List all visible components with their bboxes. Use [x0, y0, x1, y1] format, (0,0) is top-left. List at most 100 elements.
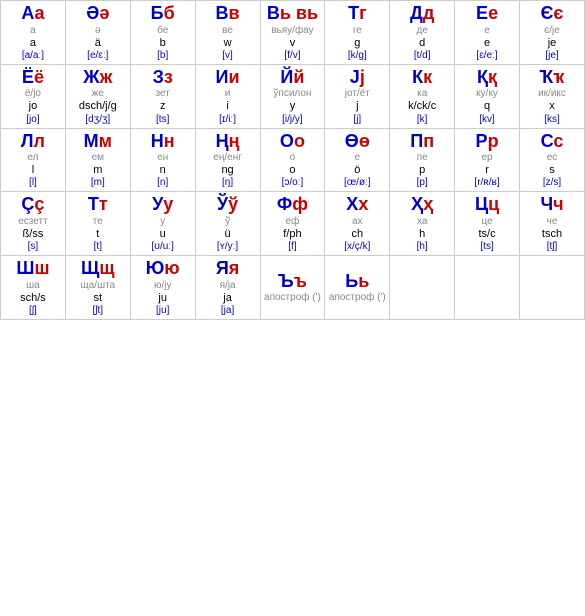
alphabet-cell: Оооo[ɔ/oː]	[260, 128, 325, 192]
letter-name: апостроф (')	[326, 292, 388, 304]
letter-latin: ö	[326, 164, 388, 177]
letter-ipa: [r/ʀ/ʁ]	[456, 177, 518, 189]
alphabet-cell: Дддеd[t/d]	[390, 1, 455, 65]
letter-latin: l	[2, 164, 64, 177]
letter-main: Ўў	[197, 194, 259, 216]
letter-main: Хх	[326, 194, 388, 216]
alphabet-cell: Ҡҡик/иксx[ks]	[520, 64, 585, 128]
letter-ipa: [b]	[132, 50, 194, 62]
letter-main: Çç	[2, 194, 64, 216]
letter-ipa: [j]	[326, 114, 388, 126]
alphabet-cell: Ррерr[r/ʀ/ʁ]	[455, 128, 520, 192]
letter-ipa: [ju]	[132, 305, 194, 317]
letter-name: jот/ёт	[326, 88, 388, 100]
letter-latin: je	[521, 37, 583, 50]
letter-main: Пп	[391, 131, 453, 153]
letter-name: це	[456, 216, 518, 228]
alphabet-cell: Ççесзеттß/ss[s]	[1, 192, 66, 256]
letter-name: ə	[67, 25, 129, 37]
letter-main: Сс	[521, 131, 583, 153]
letter-ipa: [x/ç/k]	[326, 241, 388, 253]
letter-latin: tsch	[521, 228, 583, 241]
letter-latin: ts/c	[456, 228, 518, 241]
letter-main: Тг	[326, 3, 388, 25]
alphabet-cell: Вввеw[v]	[195, 1, 260, 65]
letter-ipa: [f]	[262, 241, 324, 253]
letter-latin: ä	[67, 37, 129, 50]
alphabet-cell: Вь вьвьяу/фауv[f/v]	[260, 1, 325, 65]
alphabet-cell: Еееe[ɛ/eː]	[455, 1, 520, 65]
letter-name: ең/енг	[197, 152, 259, 164]
alphabet-cell: Ххахch[x/ç/k]	[325, 192, 390, 256]
alphabet-cell: Ңңең/енгng[ŋ]	[195, 128, 260, 192]
letter-latin: ü	[197, 228, 259, 241]
alphabet-cell: Ммемm[m]	[65, 128, 130, 192]
alphabet-cell: Зззетz[ts]	[130, 64, 195, 128]
letter-main: Ңң	[197, 131, 259, 153]
letter-name: те	[67, 216, 129, 228]
alphabet-cell: Ййўпсилонy[i/j/y]	[260, 64, 325, 128]
letter-main: Юю	[132, 258, 194, 280]
alphabet-cell: Иииi[ɪ/iː]	[195, 64, 260, 128]
letter-main: Ее	[456, 3, 518, 25]
letter-latin: n	[132, 164, 194, 177]
letter-name: че	[521, 216, 583, 228]
letter-main: Яя	[197, 258, 259, 280]
letter-ipa: [ɪ/iː]	[197, 114, 259, 126]
letter-name: о	[262, 152, 324, 164]
letter-main: Ёё	[2, 67, 64, 89]
letter-main: Jj	[326, 67, 388, 89]
letter-main: Ии	[197, 67, 259, 89]
letter-name: бе	[132, 25, 194, 37]
letter-name: ё/jo	[2, 88, 64, 100]
letter-ipa: [ks]	[521, 114, 583, 126]
alphabet-cell: Чччеtsch[tʃ]	[520, 192, 585, 256]
alphabet-cell: Ўўўü[ʏ/yː]	[195, 192, 260, 256]
letter-main: Бб	[132, 3, 194, 25]
alphabet-cell: Ььапостроф (')	[325, 256, 390, 320]
letter-name: а	[2, 25, 64, 37]
letter-ipa: [t/d]	[391, 50, 453, 62]
letter-ipa: [ɔ/oː]	[262, 177, 324, 189]
letter-name: ел	[2, 152, 64, 164]
letter-name: ик/икс	[521, 88, 583, 100]
letter-latin: a	[2, 37, 64, 50]
letter-name: ка	[391, 88, 453, 100]
letter-main: Өө	[326, 131, 388, 153]
alphabet-cell: Щщща/штаst[ʃt]	[65, 256, 130, 320]
letter-main: Дд	[391, 3, 453, 25]
letter-latin: j	[326, 100, 388, 113]
letter-latin: m	[67, 164, 129, 177]
letter-name: е	[326, 152, 388, 164]
letter-latin: i	[197, 100, 259, 113]
letter-name: у	[132, 216, 194, 228]
letter-latin: b	[132, 37, 194, 50]
alphabet-cell: Jjjот/ётj[j]	[325, 64, 390, 128]
letter-name: ес	[521, 152, 583, 164]
letter-latin: t	[67, 228, 129, 241]
letter-main: Фф	[262, 194, 324, 216]
alphabet-cell: Кккаk/ck/c[k]	[390, 64, 455, 128]
alphabet-cell: Цццеts/c[ts]	[455, 192, 520, 256]
letter-latin: z	[132, 100, 194, 113]
letter-ipa: [i/j/y]	[262, 114, 324, 126]
letter-ipa: [a/aː]	[2, 50, 64, 62]
letter-main: Шш	[2, 258, 64, 280]
letter-main: Ҡҡ	[521, 67, 583, 89]
letter-main: Әə	[67, 3, 129, 25]
letter-main: Щщ	[67, 258, 129, 280]
alphabet-cell	[520, 256, 585, 320]
letter-latin: ng	[197, 164, 259, 177]
alphabet-cell: Яяя/jaja[ja]	[195, 256, 260, 320]
alphabet-cell: Ҳҳхаh[h]	[390, 192, 455, 256]
letter-main: Нн	[132, 131, 194, 153]
letter-ipa: [je]	[521, 50, 583, 62]
letter-latin: q	[456, 100, 518, 113]
letter-main: Чч	[521, 194, 583, 216]
letter-main: Ққ	[456, 67, 518, 89]
alphabet-cell	[455, 256, 520, 320]
letter-main: Ьь	[326, 271, 388, 293]
letter-latin: jo	[2, 100, 64, 113]
letter-latin: d	[391, 37, 453, 50]
alphabet-cell: Єєє/jeje[je]	[520, 1, 585, 65]
